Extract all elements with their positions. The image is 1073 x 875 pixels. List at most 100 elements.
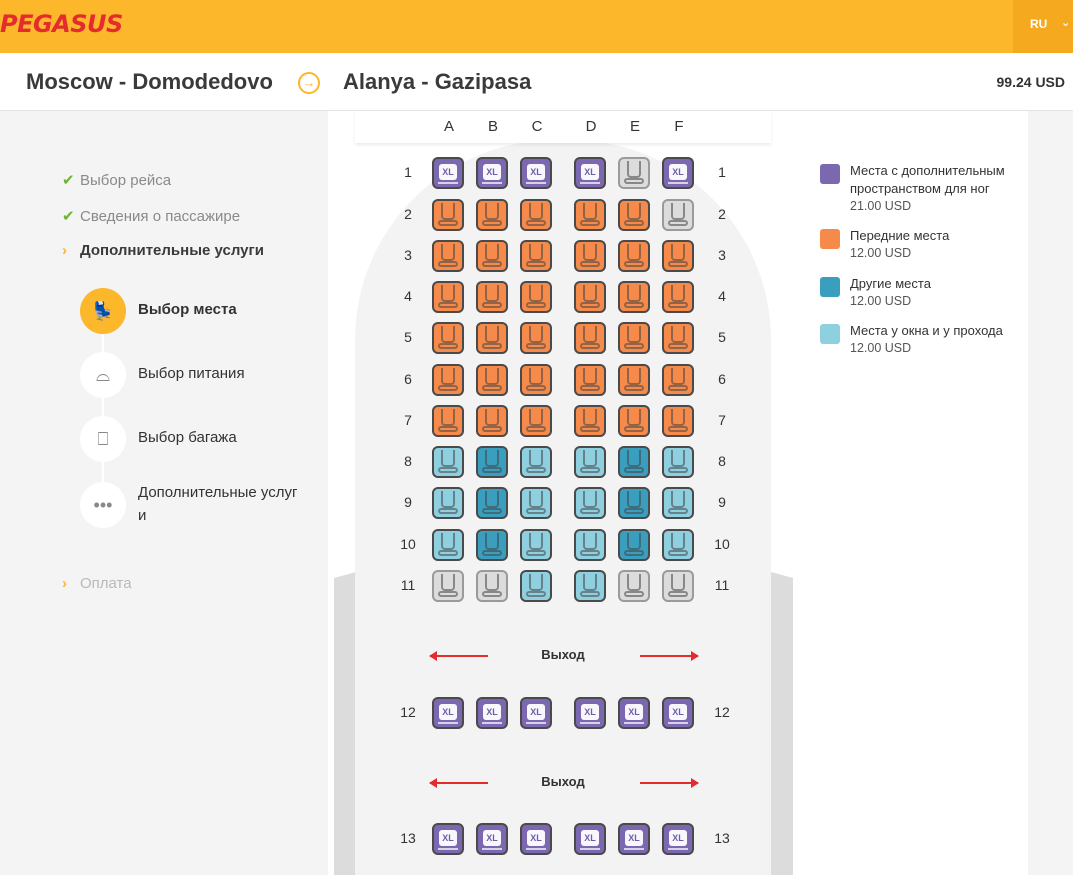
seat-1f[interactable]: XL: [662, 157, 694, 189]
seat-5e[interactable]: [618, 322, 650, 354]
seat-8d[interactable]: [574, 446, 606, 478]
right-margin: [1028, 111, 1073, 875]
seat-13f[interactable]: XL: [662, 823, 694, 855]
luggage-icon[interactable]: ⎕: [80, 416, 126, 462]
seat-7f[interactable]: [662, 405, 694, 437]
seat-12f[interactable]: XL: [662, 697, 694, 729]
seat-12c[interactable]: XL: [520, 697, 552, 729]
step-payment[interactable]: › Оплата: [62, 575, 132, 592]
seat-9b[interactable]: [476, 487, 508, 519]
seat-1d[interactable]: XL: [574, 157, 606, 189]
seat-8a[interactable]: [432, 446, 464, 478]
seat-5b[interactable]: [476, 322, 508, 354]
seat-6c[interactable]: [520, 364, 552, 396]
seat-1c[interactable]: XL: [520, 157, 552, 189]
step-additional-services[interactable]: › Дополнительные услуги: [62, 242, 264, 259]
seat-back: [441, 491, 455, 508]
seat-12a[interactable]: XL: [432, 697, 464, 729]
seat-4a[interactable]: [432, 281, 464, 313]
step-label: Дополнительные услуги: [80, 242, 264, 259]
row-number-left: 7: [404, 412, 412, 428]
seat-4b[interactable]: [476, 281, 508, 313]
seat-12b[interactable]: XL: [476, 697, 508, 729]
seat-2c[interactable]: [520, 199, 552, 231]
seat-13b[interactable]: XL: [476, 823, 508, 855]
step-passenger-info[interactable]: ✔ Сведения о пассажире: [62, 207, 240, 225]
seat-8e[interactable]: [618, 446, 650, 478]
seat-8c[interactable]: [520, 446, 552, 478]
legend-price: 12.00 USD: [850, 246, 912, 260]
seat-9e[interactable]: [618, 487, 650, 519]
seat-9a[interactable]: [432, 487, 464, 519]
row-number-right: 12: [714, 704, 730, 720]
seat-7c[interactable]: [520, 405, 552, 437]
seat-7b[interactable]: [476, 405, 508, 437]
seat-3a[interactable]: [432, 240, 464, 272]
seat-back: [529, 533, 543, 550]
seat-2a[interactable]: [432, 199, 464, 231]
seat-2b[interactable]: [476, 199, 508, 231]
substep-meal-selection[interactable]: Выбор питания: [138, 365, 245, 382]
seat-icon[interactable]: 💺: [80, 288, 126, 334]
food-cloche-icon[interactable]: ⌓: [80, 352, 126, 398]
seat-3b[interactable]: [476, 240, 508, 272]
seat-6e[interactable]: [618, 364, 650, 396]
seat-6a[interactable]: [432, 364, 464, 396]
seat-13d[interactable]: XL: [574, 823, 606, 855]
seat-3c[interactable]: [520, 240, 552, 272]
column-label-a: A: [443, 118, 454, 135]
seat-1a[interactable]: XL: [432, 157, 464, 189]
seat-4f[interactable]: [662, 281, 694, 313]
seat-9c[interactable]: [520, 487, 552, 519]
pegasus-logo[interactable]: PEGASUS: [0, 10, 123, 38]
seat-10d[interactable]: [574, 529, 606, 561]
seat-3f[interactable]: [662, 240, 694, 272]
seat-6f[interactable]: [662, 364, 694, 396]
seat-column-header: [355, 111, 771, 143]
seat-12d[interactable]: XL: [574, 697, 606, 729]
seat-2d[interactable]: [574, 199, 606, 231]
seat-4d[interactable]: [574, 281, 606, 313]
seat-9f[interactable]: [662, 487, 694, 519]
seat-10c[interactable]: [520, 529, 552, 561]
seat-6d[interactable]: [574, 364, 606, 396]
seat-13c[interactable]: XL: [520, 823, 552, 855]
xl-badge: XL: [527, 704, 545, 720]
more-dots-icon[interactable]: •••: [80, 482, 126, 528]
language-selector[interactable]: RU ⌄: [1013, 0, 1073, 53]
seat-5a[interactable]: [432, 322, 464, 354]
seat-13a[interactable]: XL: [432, 823, 464, 855]
seat-10e[interactable]: [618, 529, 650, 561]
seat-10f[interactable]: [662, 529, 694, 561]
seat-11c[interactable]: [520, 570, 552, 602]
seat-5d[interactable]: [574, 322, 606, 354]
seat-7e[interactable]: [618, 405, 650, 437]
step-flight-selection[interactable]: ✔ Выбор рейса: [62, 171, 171, 189]
seat-12e[interactable]: XL: [618, 697, 650, 729]
seat-3d[interactable]: [574, 240, 606, 272]
xl-badge: XL: [439, 164, 457, 180]
substep-baggage-selection[interactable]: Выбор багажа: [138, 429, 237, 446]
seat-10b[interactable]: [476, 529, 508, 561]
substep-seat-selection[interactable]: Выбор места: [138, 301, 237, 318]
seat-8f[interactable]: [662, 446, 694, 478]
seat-11d[interactable]: [574, 570, 606, 602]
substep-extra-services[interactable]: Дополнительные услуг и: [138, 484, 297, 524]
seat-6b[interactable]: [476, 364, 508, 396]
seat-4e[interactable]: [618, 281, 650, 313]
seat-7d[interactable]: [574, 405, 606, 437]
seat-8b[interactable]: [476, 446, 508, 478]
seat-1b[interactable]: XL: [476, 157, 508, 189]
seat-4c[interactable]: [520, 281, 552, 313]
seat-cushion: [580, 385, 600, 391]
seat-13e[interactable]: XL: [618, 823, 650, 855]
seat-2e[interactable]: [618, 199, 650, 231]
seat-10a[interactable]: [432, 529, 464, 561]
seat-9d[interactable]: [574, 487, 606, 519]
seat-7a[interactable]: [432, 405, 464, 437]
seat-5c[interactable]: [520, 322, 552, 354]
seat-3e[interactable]: [618, 240, 650, 272]
column-label-e: E: [629, 118, 640, 135]
seat-cushion: [668, 591, 688, 597]
seat-5f[interactable]: [662, 322, 694, 354]
